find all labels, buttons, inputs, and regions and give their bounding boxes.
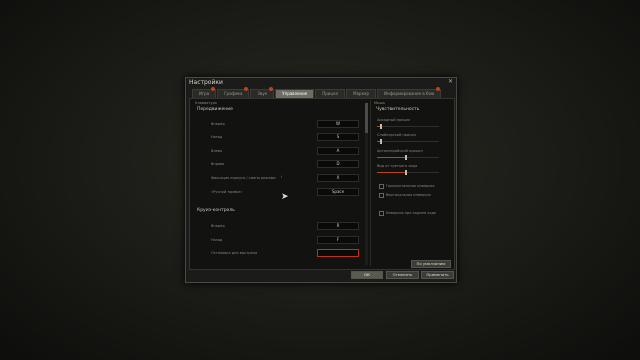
slider-thumb[interactable] xyxy=(380,124,383,129)
slider-fill xyxy=(377,157,405,158)
slider-thumb[interactable] xyxy=(404,170,407,175)
key-binding-forward[interactable]: W xyxy=(317,120,359,128)
sensitivity-title: Чувствительность xyxy=(376,107,420,112)
row-label: «Ручной тормоз» xyxy=(211,190,243,194)
reverse-invert-checkbox[interactable] xyxy=(379,211,384,216)
close-icon[interactable]: ✕ xyxy=(448,78,453,85)
badge-icon xyxy=(244,87,249,91)
row-label: Назад xyxy=(211,238,223,242)
key-binding-left[interactable]: A xyxy=(317,147,359,155)
settings-dialog: Настройки ✕ Игра Графика Звук Управление… xyxy=(185,77,457,283)
row-label: Назад xyxy=(211,135,223,139)
slider-label: Артиллерийский прицел xyxy=(377,149,423,153)
horizontal-invert-checkbox[interactable] xyxy=(379,184,384,189)
key-binding-cruise-back[interactable]: F xyxy=(317,236,359,244)
settings-tabs: Игра Графика Звук Управление Прицел Марк… xyxy=(192,87,442,99)
vertical-invert-checkbox[interactable] xyxy=(379,193,384,198)
sniper-sensitivity-slider[interactable] xyxy=(377,139,439,144)
key-binding-back[interactable]: S xyxy=(317,133,359,141)
keyboard-group-label: Клавиатура xyxy=(195,101,217,105)
info-icon[interactable]: i xyxy=(281,175,282,179)
scrollbar[interactable] xyxy=(365,103,368,265)
slider-label: Вид от третьего лица xyxy=(377,164,418,168)
row-label: Влево xyxy=(211,149,222,153)
mouse-section: Мышь Чувствительность Аркадный прицел Сн… xyxy=(370,100,453,268)
controls-panel: Клавиатура Передвижение Вперёд W Назад S… xyxy=(189,98,455,270)
artillery-sensitivity-slider[interactable] xyxy=(377,155,439,160)
mouse-cursor-icon: ➤ xyxy=(281,192,289,202)
cancel-button[interactable]: Отменить xyxy=(386,271,419,279)
row-label: Фиксация корпуса / смена режима xyxy=(211,176,276,180)
default-button[interactable]: По умолчанию xyxy=(411,260,451,268)
third-person-sensitivity-slider[interactable] xyxy=(377,170,439,175)
row-label: Вперёд xyxy=(211,122,225,126)
key-binding-handbrake[interactable]: Space xyxy=(317,188,359,196)
row-label: Вправо xyxy=(211,162,225,166)
badge-icon xyxy=(436,87,441,91)
slider-thumb[interactable] xyxy=(380,139,383,144)
scroll-thumb[interactable] xyxy=(365,103,368,133)
arcade-sensitivity-slider[interactable] xyxy=(377,124,439,129)
badge-icon xyxy=(269,87,274,91)
movement-section-title: Передвижение xyxy=(197,107,233,112)
title-bar: Настройки ✕ xyxy=(186,78,456,87)
row-label: Вперёд xyxy=(211,224,225,228)
checkbox-label: Вертикальная инверсия xyxy=(386,193,431,197)
slider-thumb[interactable] xyxy=(404,155,407,160)
window-title: Настройки xyxy=(189,79,223,86)
mouse-group-label: Мышь xyxy=(374,101,386,105)
key-binding-cruise-forward[interactable]: R xyxy=(317,222,359,230)
key-binding-hull-lock[interactable]: X xyxy=(317,174,359,182)
key-binding-stop-to-fire[interactable] xyxy=(317,249,359,257)
slider-label: Аркадный прицел xyxy=(377,118,411,122)
slider-label: Снайперский прицел xyxy=(377,133,417,137)
slider-fill xyxy=(377,172,405,173)
keyboard-section: Клавиатура Передвижение Вперёд W Назад S… xyxy=(193,100,363,266)
row-label: Остановка для выстрела xyxy=(211,251,258,255)
badge-icon xyxy=(211,87,216,91)
checkbox-label: Инверсия при заднем ходе xyxy=(386,211,437,215)
checkbox-label: Горизонтальная инверсия xyxy=(386,184,435,188)
ok-button[interactable]: ОК xyxy=(351,271,383,279)
apply-button[interactable]: Применить xyxy=(421,271,454,279)
key-binding-right[interactable]: D xyxy=(317,160,359,168)
cruise-section-title: Круиз-контроль xyxy=(197,208,235,213)
